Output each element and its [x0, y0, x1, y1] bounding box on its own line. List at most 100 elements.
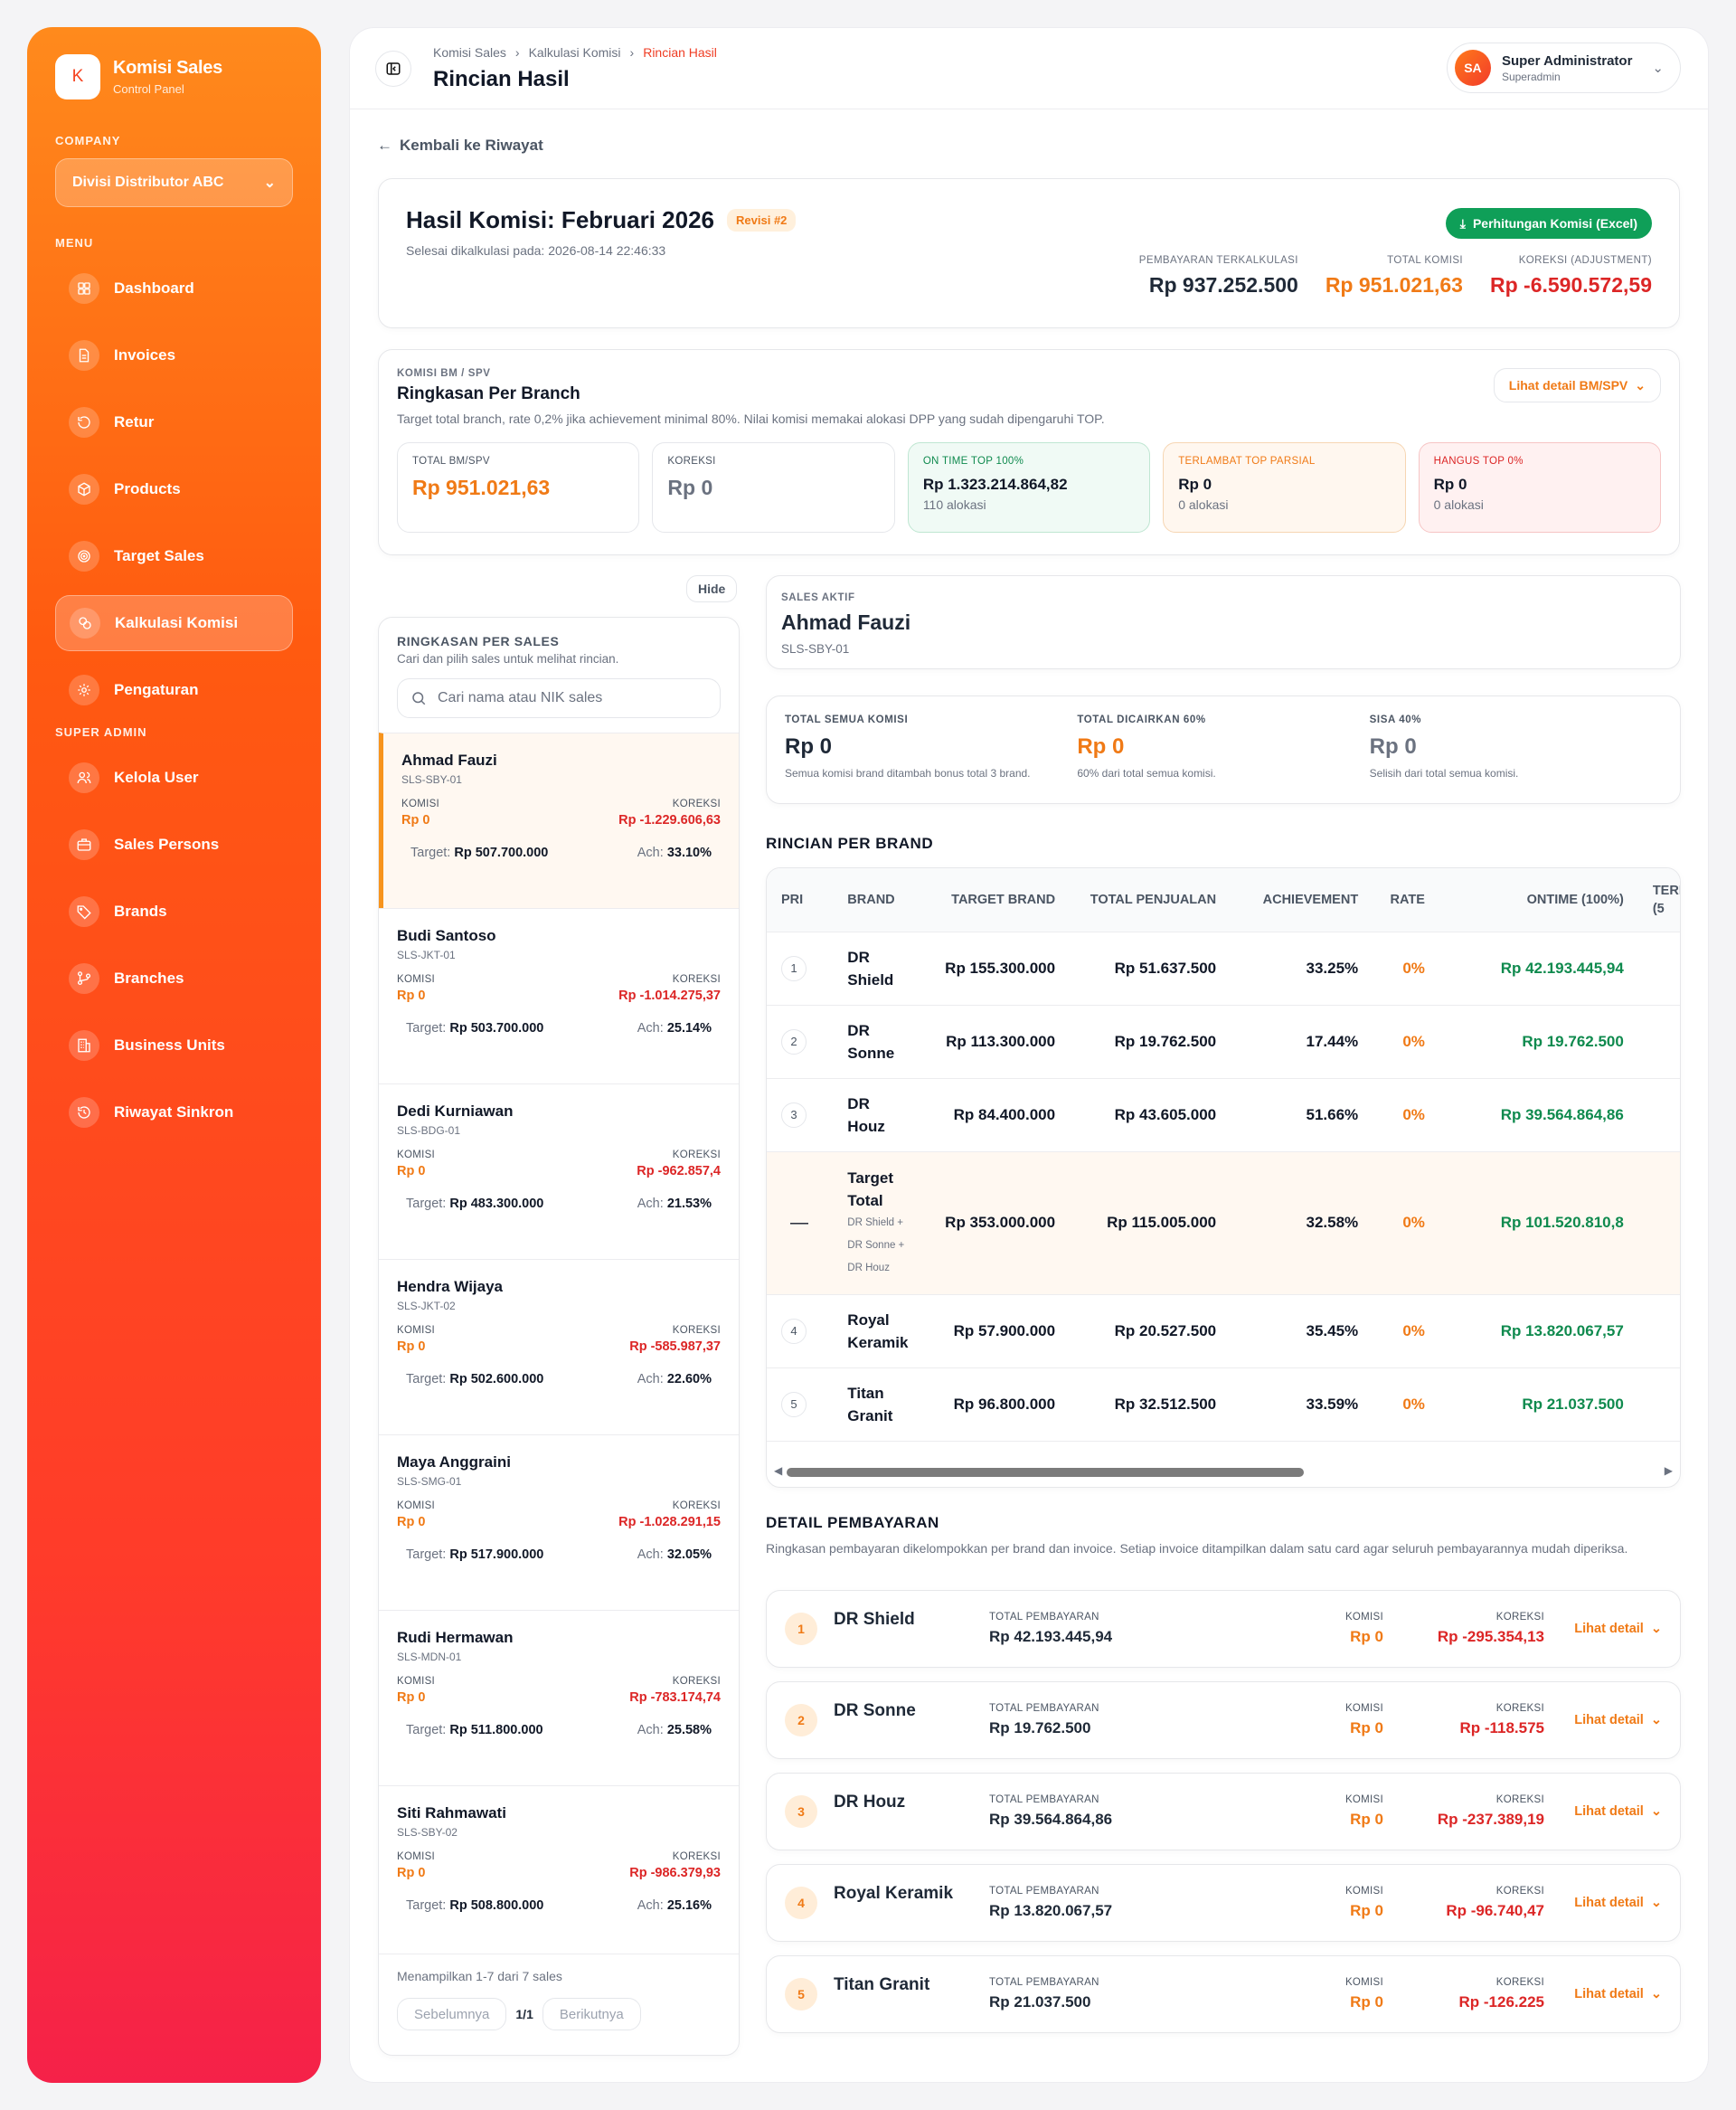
- sidebar-item-kelola-user[interactable]: Kelola User: [55, 750, 293, 806]
- chevron-down-icon: ⌄: [1650, 1896, 1662, 1910]
- tile-value: Rp 0: [1433, 476, 1467, 493]
- tile-value: Rp 0: [667, 476, 713, 499]
- komisi-label: KOMISI: [397, 1150, 436, 1160]
- ach-text: Ach: 32.05%: [637, 1547, 712, 1562]
- cell-sales: Rp 51.637.500: [1070, 932, 1231, 1006]
- sidebar-item-pengaturan[interactable]: Pengaturan: [55, 662, 293, 718]
- payment-detail-button[interactable]: Lihat detail ⌄: [1574, 1804, 1662, 1819]
- payment-detail-button[interactable]: Lihat detail ⌄: [1574, 1622, 1662, 1636]
- ach-text: Ach: 25.58%: [637, 1723, 712, 1737]
- tile-sub: 0 alokasi: [1178, 497, 1229, 512]
- koreksi-label: KOREKSI: [1495, 1612, 1544, 1623]
- total-payment-value: Rp 21.037.500: [989, 1993, 1091, 2011]
- chevron-down-icon: ⌄: [1635, 377, 1646, 393]
- cell-brand: Titan Granit: [833, 1367, 929, 1442]
- sidebar-item-label: Kalkulasi Komisi: [115, 614, 239, 631]
- table-row: 2 DR Sonne Rp 113.300.000 Rp 19.762.500 17.4…: [767, 1005, 1680, 1079]
- sidebar-item-products[interactable]: Products: [55, 461, 293, 517]
- komisi-value: Rp 0: [1350, 1993, 1383, 2011]
- branch-desc: Target total branch, rate 0,2% jika achi…: [397, 412, 1105, 426]
- grid-icon: [69, 273, 99, 304]
- total-all-commission: TOTAL SEMUA KOMISI Rp 0 Semua komisi bra…: [785, 714, 1077, 785]
- sales-name: Siti Rahmawati: [397, 1804, 506, 1821]
- bm-spv-detail-button[interactable]: Lihat detail BM/SPV ⌄: [1493, 368, 1661, 402]
- cell-ontime: Rp 21.037.500: [1439, 1367, 1638, 1442]
- sidebar-item-riwayat-sinkron[interactable]: Riwayat Sinkron: [55, 1084, 293, 1140]
- payment-detail-button[interactable]: Lihat detail ⌄: [1574, 1713, 1662, 1727]
- sales-list-item[interactable]: Dedi Kurniawan SLS-BDG-01 KOMISI Rp 0 KOREKS…: [379, 1083, 739, 1259]
- sales-code: SLS-SBY-02: [397, 1826, 458, 1839]
- koreksi-label: KOREKSI: [672, 974, 721, 985]
- chevron-down-icon: ⌄: [263, 175, 276, 191]
- komisi-label: KOMISI: [397, 1325, 436, 1336]
- horizontal-scrollbar[interactable]: ◀ ▶: [774, 1464, 1673, 1478]
- back-link[interactable]: ← Kembali ke Riwayat: [377, 137, 1681, 155]
- chevron-right-icon: ›: [629, 44, 635, 60]
- sales-list-item[interactable]: Hendra Wijaya SLS-JKT-02 KOMISI Rp 0 KOREKSI…: [379, 1259, 739, 1434]
- sidebar-item-target-sales[interactable]: Target Sales: [55, 528, 293, 584]
- company-select[interactable]: Divisi Distributor ABC ⌄: [55, 158, 293, 207]
- payment-detail-button[interactable]: Lihat detail ⌄: [1574, 1896, 1662, 1910]
- sales-list-item[interactable]: Maya Anggraini SLS-SMG-01 KOMISI Rp 0 KOREKS…: [379, 1434, 739, 1610]
- briefcase-icon: [69, 829, 99, 860]
- sidebar-item-branches[interactable]: Branches: [55, 951, 293, 1007]
- cell-rate: 0%: [1373, 932, 1439, 1006]
- detail-label: Lihat detail: [1574, 1713, 1644, 1727]
- user-menu[interactable]: SA Super Administrator Superadmin ⌄: [1446, 43, 1681, 93]
- tile-koreksi: KOREKSI Rp 0: [652, 442, 895, 533]
- ach-text: Ach: 25.14%: [637, 1021, 712, 1036]
- search-input[interactable]: Cari nama atau NIK sales: [397, 678, 721, 718]
- target-text: Target: Rp 507.700.000: [410, 846, 549, 860]
- cell-achievement: 33.25%: [1231, 932, 1373, 1006]
- cell-achievement: 17.44%: [1231, 1005, 1373, 1079]
- cell-achievement: 33.59%: [1231, 1367, 1373, 1442]
- result-summary-card: Hasil Komisi: Februari 2026 Revisi #2 Se…: [378, 178, 1680, 328]
- hide-panel-button[interactable]: Hide: [686, 575, 738, 602]
- sidebar-item-brands[interactable]: Brands: [55, 884, 293, 940]
- super-admin-label: SUPER ADMIN: [55, 725, 147, 739]
- total-sub: Semua komisi brand ditambah bonus total …: [785, 767, 1031, 780]
- sales-pagination: Menampilkan 1-7 dari 7 sales Sebelumnya …: [379, 1954, 739, 2055]
- sidebar-item-kalkulasi-komisi[interactable]: Kalkulasi Komisi: [55, 595, 293, 651]
- app-brand[interactable]: K Komisi Sales Control Panel: [55, 54, 293, 99]
- sales-list-item[interactable]: Siti Rahmawati SLS-SBY-02 KOMISI Rp 0 KOREKS…: [379, 1785, 739, 1961]
- document-icon: [69, 340, 99, 371]
- sidebar-item-retur[interactable]: Retur: [55, 394, 293, 450]
- sidebar-item-invoices[interactable]: Invoices: [55, 327, 293, 383]
- sidebar-item-sales-persons[interactable]: Sales Persons: [55, 817, 293, 873]
- cell-sales: Rp 43.605.000: [1070, 1078, 1231, 1152]
- tile-value: Rp 0: [1178, 476, 1212, 493]
- tile-label: HANGUS TOP 0%: [1433, 456, 1524, 467]
- sales-list-item[interactable]: Budi Santoso SLS-JKT-01 KOMISI Rp 0 KOREKSI R…: [379, 908, 739, 1083]
- scroll-thumb[interactable]: [787, 1468, 1304, 1477]
- target-icon: [69, 541, 99, 572]
- payment-card: 3 DR Houz TOTAL PEMBAYARAN Rp 39.564.864,86…: [766, 1773, 1681, 1850]
- cell-brand: Target Total DR Shield + DR Sonne + DR Houz: [833, 1151, 929, 1295]
- scroll-right-icon[interactable]: ▶: [1665, 1464, 1673, 1477]
- revision-badge: Revisi #2: [727, 209, 797, 232]
- cell-target: Rp 57.900.000: [928, 1294, 1071, 1368]
- hero-stats: PEMBAYARAN TERKALKULASI Rp 937.252.500 TO…: [1139, 255, 1652, 298]
- breadcrumb-item[interactable]: Kalkulasi Komisi: [529, 45, 621, 60]
- breadcrumb-item[interactable]: Komisi Sales: [433, 45, 506, 60]
- sales-name: Maya Anggraini: [397, 1453, 511, 1471]
- active-sales-code: SLS-SBY-01: [781, 642, 850, 656]
- sidebar-item-dashboard[interactable]: Dashboard: [55, 260, 293, 317]
- next-page-button[interactable]: Berikutnya: [542, 1998, 641, 2030]
- menu-label: MENU: [55, 236, 94, 250]
- detail-label: Lihat detail: [1574, 1987, 1644, 2001]
- sidebar-toggle-button[interactable]: [375, 50, 411, 87]
- active-sales-label: SALES AKTIF: [781, 592, 855, 603]
- payment-detail-button[interactable]: Lihat detail ⌄: [1574, 1987, 1662, 2001]
- sidebar-item-business-units[interactable]: Business Units: [55, 1017, 293, 1074]
- scroll-left-icon[interactable]: ◀: [774, 1464, 782, 1477]
- sales-list-item[interactable]: Rudi Hermawan SLS-MDN-01 KOMISI Rp 0 KOREKSI…: [379, 1610, 739, 1785]
- sales-list-item[interactable]: Ahmad Fauzi SLS-SBY-01 KOMISI Rp 0 KOREKSI Rp…: [379, 733, 739, 908]
- col-achievement: ACHIEVEMENT: [1231, 868, 1373, 932]
- cell-late: [1637, 1367, 1680, 1442]
- prev-page-button[interactable]: Sebelumnya: [397, 1998, 507, 2030]
- tile-sub: 110 alokasi: [922, 497, 986, 512]
- branch-title: Ringkasan Per Branch: [397, 384, 580, 403]
- building-icon: [69, 1030, 99, 1061]
- export-excel-button[interactable]: ⤓ Perhitungan Komisi (Excel): [1445, 208, 1652, 239]
